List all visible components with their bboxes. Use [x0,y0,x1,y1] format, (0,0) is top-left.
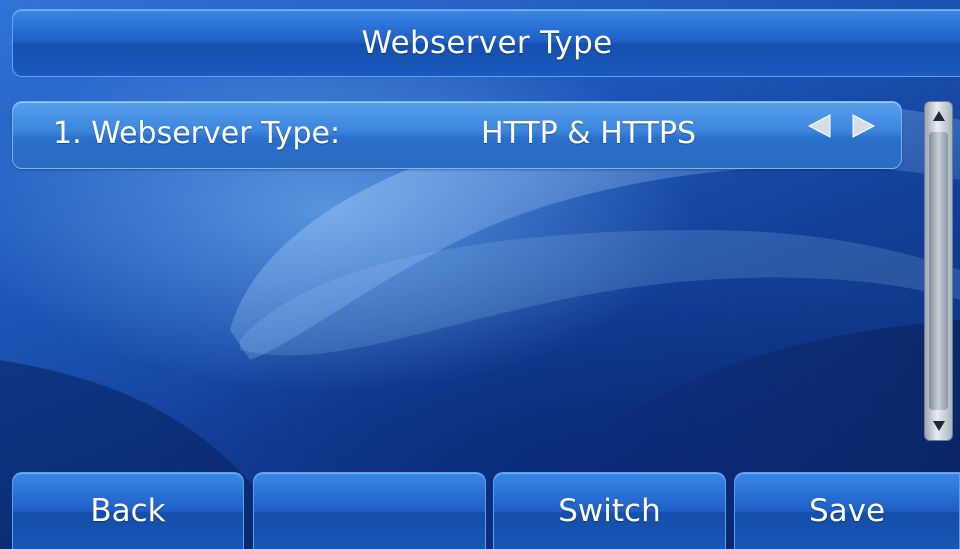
list-item-webserver-type[interactable]: 1. Webserver Type: HTTP & HTTPS [12,101,902,169]
scroll-up-icon [932,111,945,121]
scroll-up-button[interactable] [927,104,950,128]
left-arrow-icon[interactable] [806,112,832,140]
switch-button[interactable]: Switch [493,472,726,549]
softkey-bar: Back Switch Save [0,472,960,549]
right-arrow-icon[interactable] [851,112,877,140]
page-title: Webserver Type [361,25,613,61]
empty-softkey[interactable] [253,472,486,549]
scroll-track[interactable] [929,132,948,410]
title-bar: Webserver Type [12,9,960,77]
setting-value[interactable]: HTTP & HTTPS [481,116,696,151]
back-button[interactable]: Back [12,472,244,549]
scroll-down-icon [932,421,945,431]
scroll-down-button[interactable] [927,414,950,438]
scrollbar[interactable] [924,101,953,441]
phone-screen: Webserver Type 1. Webserver Type: HTTP &… [0,0,960,549]
save-button[interactable]: Save [734,472,960,549]
setting-label: 1. Webserver Type: [53,116,341,151]
background-swirl [0,101,960,549]
